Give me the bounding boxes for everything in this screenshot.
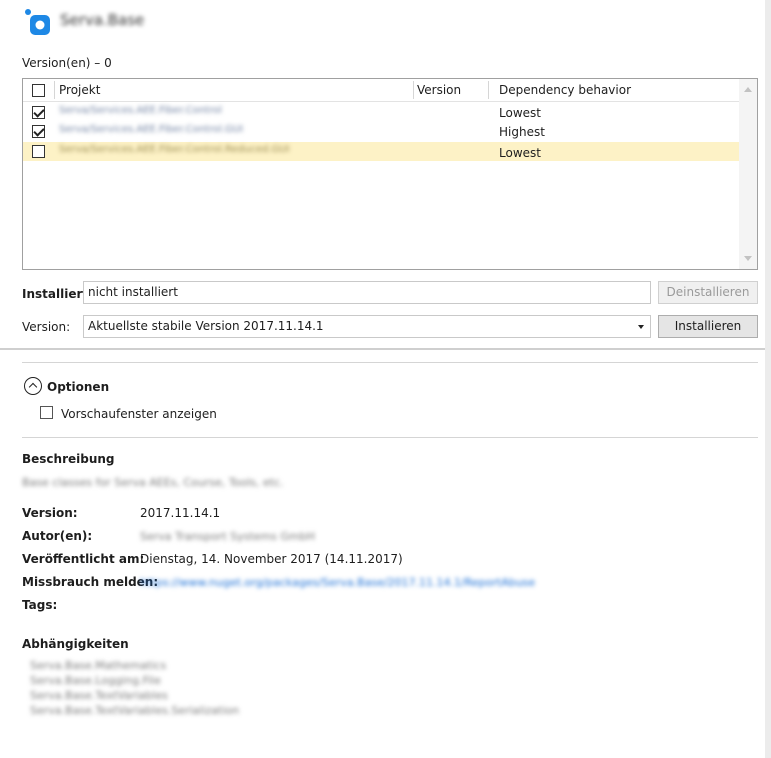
dependency-behavior: Lowest	[499, 146, 541, 160]
project-name: Serva/Services.AEE.Fiber.Control.Reduced…	[59, 144, 290, 155]
table-scrollbar[interactable]	[739, 79, 757, 269]
row-checkbox[interactable]	[32, 125, 45, 138]
table-header: Projekt Version Dependency behavior	[23, 79, 739, 102]
version-dropdown-value: Aktuellste stabile Version 2017.11.14.1	[88, 319, 324, 333]
splitter[interactable]	[0, 348, 771, 350]
row-checkbox[interactable]	[32, 145, 45, 158]
project-name: Serva/Services.AEE.Fiber.Control	[59, 105, 222, 116]
preview-label[interactable]: Vorschaufenster anzeigen	[61, 407, 217, 421]
description-text: Base classes for Serva AEEs, Course, Too…	[22, 476, 284, 489]
dependency-item: Serva.Base.TextVariables	[30, 689, 168, 702]
column-header-dependency[interactable]: Dependency behavior	[499, 83, 631, 97]
published-label: Veröffentlicht am:	[22, 552, 145, 566]
scroll-up-icon[interactable]	[744, 87, 752, 92]
install-button[interactable]: Installieren	[658, 315, 758, 338]
select-all-checkbox[interactable]	[32, 84, 45, 97]
page-scrollbar[interactable]	[765, 0, 771, 758]
published-value: Dienstag, 14. November 2017 (14.11.2017)	[140, 552, 403, 566]
scroll-down-icon[interactable]	[744, 256, 752, 261]
chevron-down-icon[interactable]	[638, 325, 644, 329]
dependency-item: Serva.Base.Logging.File	[30, 674, 161, 687]
dependency-behavior: Highest	[499, 125, 545, 139]
package-title: Serva.Base	[60, 11, 145, 29]
uninstall-button[interactable]: Deinstallieren	[658, 281, 758, 304]
column-header-version[interactable]: Version	[417, 83, 461, 97]
table-row-selected[interactable]: Serva/Services.AEE.Fiber.Control.Reduced…	[23, 142, 739, 161]
version-select-label: Version:	[22, 320, 71, 334]
options-title: Optionen	[47, 380, 110, 394]
version-value: 2017.11.14.1	[140, 506, 221, 520]
description-title: Beschreibung	[22, 452, 115, 466]
divider	[22, 362, 758, 363]
table-row[interactable]: Serva/Services.AEE.Fiber.Control.GUI Hig…	[23, 122, 739, 141]
column-header-project[interactable]: Projekt	[59, 83, 100, 97]
dependency-item: Serva.Base.TextVariables.Serialization	[30, 704, 240, 717]
dependencies-title: Abhängigkeiten	[22, 637, 129, 651]
project-name: Serva/Services.AEE.Fiber.Control.GUI	[59, 124, 244, 135]
report-abuse-label: Missbrauch melden:	[22, 575, 159, 589]
version-dropdown[interactable]: Aktuellste stabile Version 2017.11.14.1	[83, 315, 651, 338]
table-row[interactable]: Serva/Services.AEE.Fiber.Control Lowest	[23, 103, 739, 122]
package-icon	[24, 8, 50, 36]
divider	[22, 437, 758, 438]
version-label: Version:	[22, 506, 78, 520]
collapse-options-icon[interactable]	[24, 377, 42, 395]
versions-label: Version(en) – 0	[22, 56, 112, 70]
dependency-item: Serva.Base.Mathematics	[30, 659, 167, 672]
report-abuse-link[interactable]: https://www.nuget.org/packages/Serva.Bas…	[140, 576, 535, 589]
row-checkbox[interactable]	[32, 106, 45, 119]
installed-field: nicht installiert	[83, 281, 651, 304]
authors-value: Serva Transport Systems GmbH	[140, 530, 315, 543]
preview-checkbox[interactable]	[40, 406, 53, 419]
project-table: Projekt Version Dependency behavior Serv…	[22, 78, 758, 270]
dependency-behavior: Lowest	[499, 106, 541, 120]
tags-label: Tags:	[22, 598, 58, 612]
authors-label: Autor(en):	[22, 529, 93, 543]
